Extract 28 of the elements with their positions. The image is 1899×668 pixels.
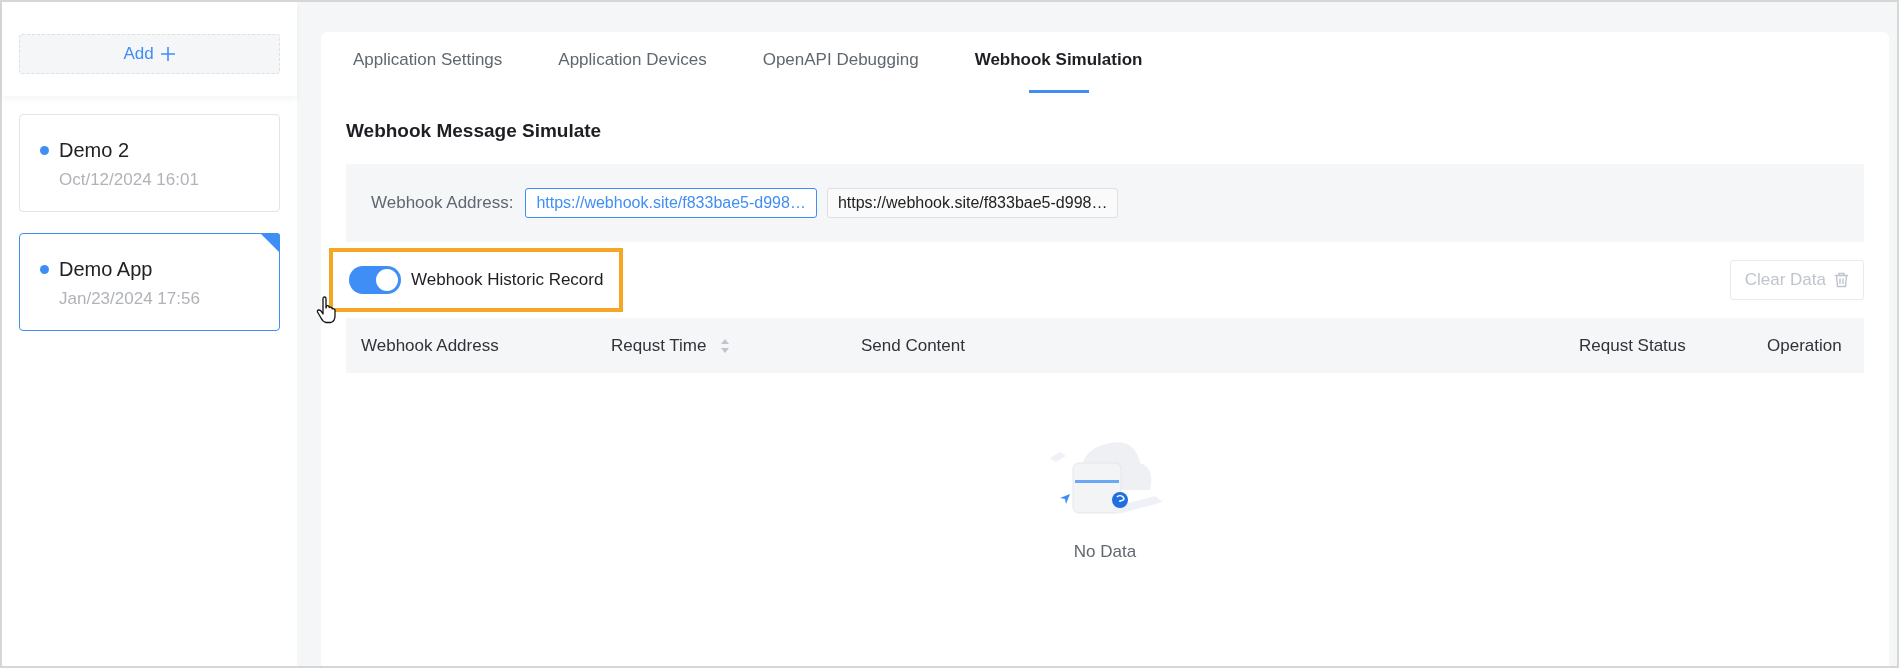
tab[interactable]: Webhook Simulation: [974, 32, 1143, 96]
tab[interactable]: Application Settings: [353, 32, 503, 96]
column-header: Requst Status: [1579, 335, 1686, 356]
app-card[interactable]: Demo 2 Oct/12/2024 16:01: [19, 114, 280, 212]
plus-icon: [159, 46, 176, 62]
column-header: Webhook Address: [361, 335, 499, 356]
field-label: Webhook Address:: [371, 193, 514, 213]
selected-corner-icon: [260, 233, 280, 253]
address-value: https://webhook.site/f833bae5-d998…: [826, 188, 1119, 218]
empty-message: No Data: [1073, 542, 1137, 562]
tab[interactable]: OpenAPI Debugging: [762, 32, 919, 96]
column-header[interactable]: Requst Time: [611, 335, 731, 356]
section-heading: Webhook Message Simulate: [346, 120, 603, 142]
app-date: Jan/23/2024 17:56: [58, 289, 201, 309]
trash-icon: [1834, 272, 1849, 288]
app-date: Oct/12/2024 16:01: [58, 170, 200, 190]
status-dot-icon: [40, 265, 49, 274]
address-link[interactable]: https://webhook.site/f833bae5-d998…: [525, 188, 817, 218]
add-button[interactable]: Add: [19, 34, 280, 74]
status-dot-icon: [40, 146, 49, 155]
column-header: Send Content: [861, 335, 965, 356]
tab[interactable]: Application Devices: [558, 32, 707, 96]
app-name: Demo 2: [59, 139, 130, 162]
app-card[interactable]: Demo App Jan/23/2024 17:56: [19, 233, 280, 331]
column-header: Operation: [1767, 335, 1842, 356]
toggle-label: Webhook Historic Record: [411, 270, 604, 290]
app-name: Demo App: [59, 258, 153, 281]
toggle-switch[interactable]: [349, 266, 401, 294]
